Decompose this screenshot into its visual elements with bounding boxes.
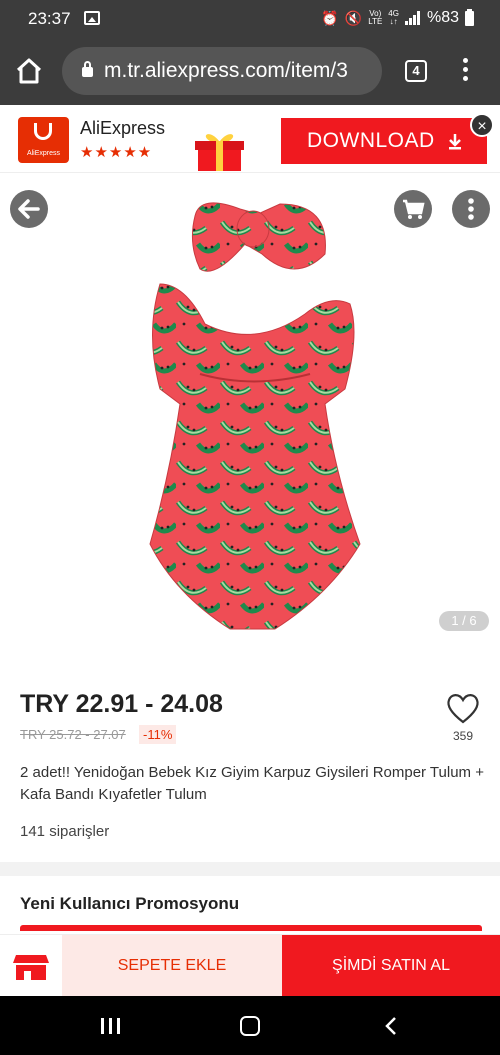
home-nav-icon[interactable] [240,1016,260,1036]
image-notification-icon [84,11,100,25]
download-label: DOWNLOAD [307,129,435,152]
gift-icon [195,134,244,171]
gallery-page-indicator: 1 / 6 [439,611,489,631]
mute-icon: 🔇 [344,9,363,26]
status-bar: 23:37 ⏰ 🔇 Vo) LTE 4G ↓↑ %83 [0,0,500,38]
tab-switcher-button[interactable]: 4 [405,60,427,82]
app-name: AliExpress [80,118,166,138]
heart-icon[interactable] [444,690,482,726]
download-icon [449,134,461,150]
back-button[interactable] [10,190,48,228]
back-nav-icon[interactable] [384,1017,398,1035]
arrow-left-icon [18,199,40,219]
app-download-banner: AliExpress AliExpress ★★★★★ DOWNLOAD [0,105,500,173]
url-text: m.tr.aliexpress.com/item/3 [104,59,348,82]
add-to-cart-button[interactable]: SEPETE EKLE [62,935,282,997]
discount-badge: -11% [139,725,177,744]
status-time: 23:37 [28,9,71,28]
close-banner-button[interactable]: × [470,113,494,137]
store-button[interactable] [0,935,62,997]
browser-toolbar: m.tr.aliexpress.com/item/3 4 [0,38,500,105]
order-count: 141 siparişler [20,823,110,840]
more-vertical-icon [468,198,474,220]
volte-indicator: Vo) LTE [368,9,383,26]
wishlist-count: 359 [452,729,474,743]
section-divider [0,862,500,876]
product-price: TRY 22.91 - 24.08 [20,690,223,718]
promo-coupon-strip[interactable] [20,925,482,931]
signal-icon [404,11,420,25]
buy-now-button[interactable]: ŞİMDİ SATIN AL [282,935,500,997]
url-bar[interactable]: m.tr.aliexpress.com/item/3 [62,47,382,95]
app-rating-stars: ★★★★★ [80,144,153,161]
more-options-button[interactable] [452,190,490,228]
browser-menu-icon[interactable] [458,58,472,84]
product-gallery[interactable]: 1 / 6 [0,174,500,662]
battery-icon [465,8,474,26]
recent-apps-icon[interactable] [101,1018,121,1034]
product-image [149,202,361,636]
network-4g-indicator: 4G ↓↑ [388,9,399,26]
lock-icon [82,61,93,77]
promo-section-title: Yeni Kullanıcı Promosyonu [20,894,240,913]
store-icon [13,955,49,980]
bottom-action-bar: SEPETE EKLE ŞİMDİ SATIN AL [0,934,500,997]
system-navigation-bar [0,996,500,1055]
cart-button[interactable] [394,190,432,228]
aliexpress-logo: AliExpress [18,117,69,163]
product-title: 2 adet!! Yenidoğan Bebek Kız Giyim Karpu… [20,764,484,803]
original-price: TRY 25.72 - 27.07 [20,727,126,742]
download-app-button[interactable]: DOWNLOAD [281,118,487,164]
cart-icon [403,199,425,219]
status-icons: ⏰ 🔇 Vo) LTE 4G ↓↑ %83 [321,8,474,27]
battery-percent: %83 [426,9,459,26]
home-icon[interactable] [14,56,44,86]
alarm-icon: ⏰ [321,9,339,26]
